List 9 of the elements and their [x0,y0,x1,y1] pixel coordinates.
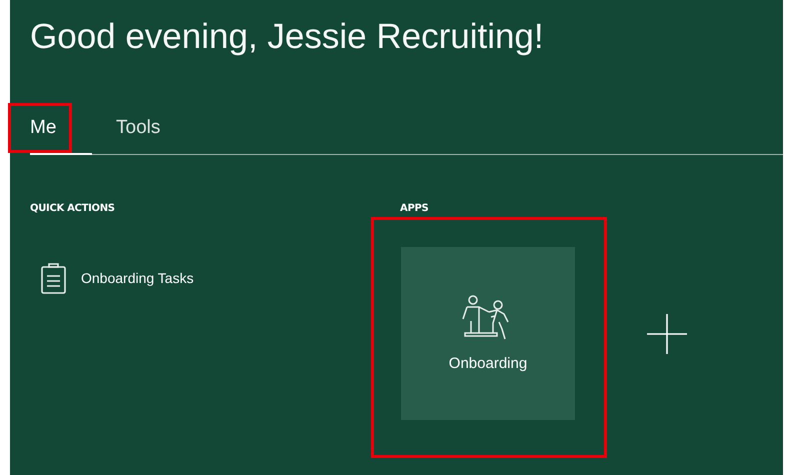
add-button[interactable] [647,314,687,354]
tab[interactable]: Me [30,102,92,155]
section-heading: QUICK ACTIONS [30,203,116,214]
tab[interactable]: Tools [116,102,196,155]
clipboard-icon [40,262,67,294]
app-tile[interactable]: Onboarding [401,247,575,420]
greeting-title: Good evening, Jessie Recruiting! [30,16,545,58]
quick-action-link[interactable]: Onboarding Tasks [40,262,400,294]
section-heading: APPS [400,203,430,214]
